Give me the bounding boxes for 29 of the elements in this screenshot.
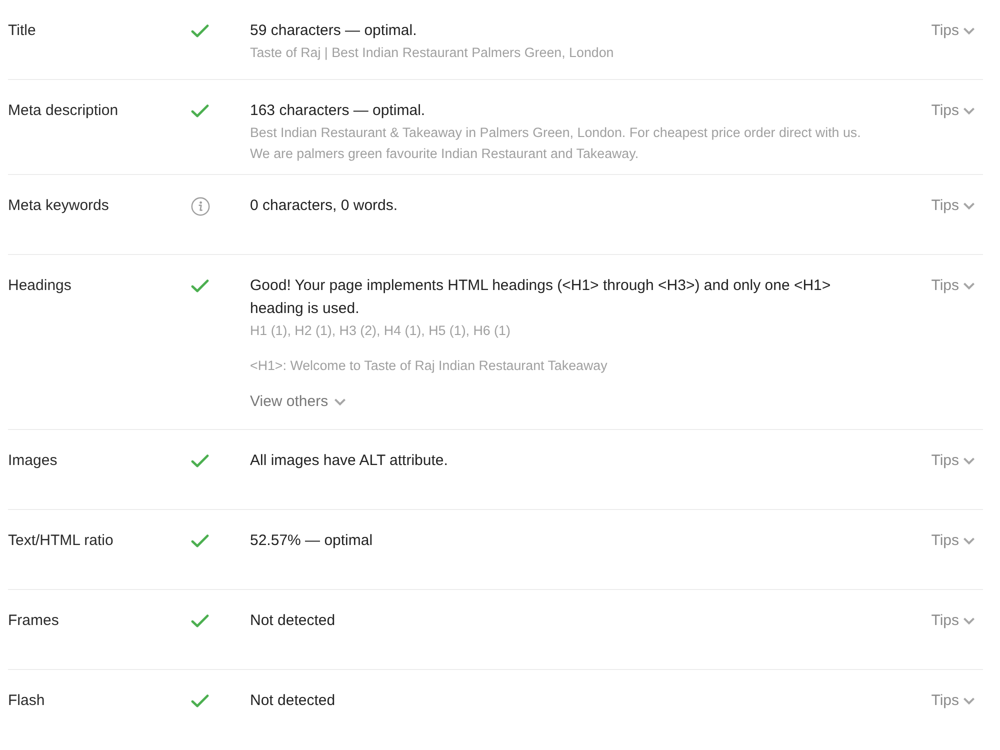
tips-button[interactable]: Tips — [931, 274, 983, 297]
tips-button[interactable]: Tips — [931, 99, 983, 122]
row-label: Text/HTML ratio — [8, 531, 114, 551]
summary-text: Not detected — [250, 611, 336, 631]
tips-button[interactable]: Tips — [931, 194, 983, 217]
tips-button[interactable]: Tips — [931, 689, 983, 712]
row-label: Meta keywords — [8, 196, 109, 216]
heading-sample-text: <H1>: Welcome to Taste of Raj Indian Restaurant Takeaway — [250, 357, 608, 375]
row-label: Meta description — [8, 101, 118, 121]
row-label: Images — [8, 451, 58, 471]
row-label: Headings — [8, 276, 72, 296]
summary-text: Not detected — [250, 691, 336, 711]
detail-text: Taste of Raj | Best Indian Restaurant Palmers Green, London — [250, 44, 614, 62]
tips-button[interactable]: Tips — [931, 19, 983, 42]
summary-text: 163 characters — optimal. — [250, 101, 426, 121]
summary-text: 0 characters, 0 words. — [250, 196, 398, 216]
detail-text: H1 (1), H2 (1), H3 (2), H4 (1), H5 (1), H6 (1) — [250, 322, 510, 340]
tips-button[interactable]: Tips — [931, 529, 983, 552]
tips-button[interactable]: Tips — [931, 449, 983, 472]
summary-text: All images have ALT attribute. — [250, 451, 448, 471]
row-label: Frames — [8, 611, 59, 631]
summary-text: 52.57% — optimal — [250, 531, 373, 551]
summary-text: 59 characters — optimal. — [250, 21, 417, 41]
view-others-link[interactable]: View others — [250, 391, 346, 413]
row-label: Flash — [8, 691, 45, 711]
detail-text: Best Indian Restaurant & Takeaway in Palmers Green, London. For cheapest price order direct with us. We are palmers green favourite Indian Restaurant and Takeaway. — [250, 124, 862, 163]
summary-text: Good! Your page implements HTML headings (<H1> through <H3>) and only one <H1> heading is used. — [250, 276, 832, 319]
row-label: Title — [8, 21, 36, 41]
tips-button[interactable]: Tips — [931, 609, 983, 632]
